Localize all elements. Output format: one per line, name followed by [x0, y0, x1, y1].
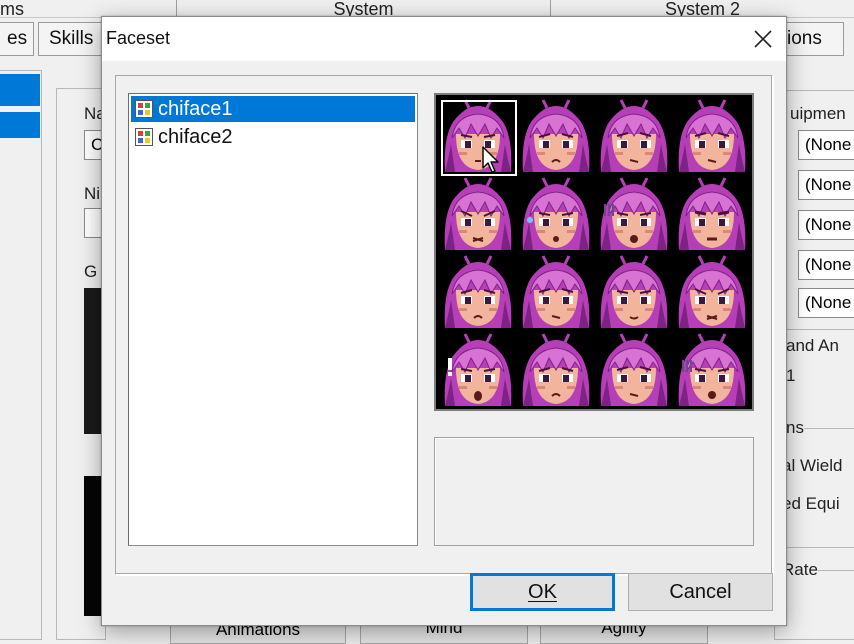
- battle-animation-value: 1: [786, 366, 796, 385]
- face-portrait-icon: [678, 333, 746, 406]
- face-tile[interactable]: [439, 254, 517, 332]
- face-portrait-icon: [522, 99, 590, 172]
- equip-value: (None: [805, 175, 852, 194]
- face-tile[interactable]: [439, 98, 517, 176]
- critical-rate-label: Rate: [782, 560, 818, 580]
- face-tile[interactable]: [595, 254, 673, 332]
- ok-label: OK: [528, 580, 557, 603]
- face-portrait-icon: [600, 177, 668, 250]
- face-tile[interactable]: [673, 254, 751, 332]
- nickname-label: Ni: [84, 184, 101, 203]
- face-portrait-icon: [444, 177, 512, 250]
- tab-classes[interactable]: es: [0, 22, 34, 56]
- equip-value: (None: [805, 293, 852, 312]
- face-tile[interactable]: [595, 176, 673, 254]
- face-portrait-icon: [522, 333, 590, 406]
- tab-skills[interactable]: Skills: [38, 22, 108, 56]
- face-tile[interactable]: [673, 98, 751, 176]
- face-tile[interactable]: [595, 332, 673, 410]
- face-tile[interactable]: [517, 98, 595, 176]
- face-portrait-icon: [600, 99, 668, 172]
- face-portrait-icon: [678, 99, 746, 172]
- dialog-titlebar[interactable]: Faceset: [102, 17, 786, 61]
- ok-button[interactable]: OK: [470, 573, 615, 611]
- close-icon: [754, 30, 772, 48]
- locked-equipment-checkbox[interactable]: ed Equi: [782, 494, 840, 514]
- mouse-cursor-icon: [482, 146, 499, 173]
- face-portrait-icon: [678, 255, 746, 328]
- tab-label: ms: [0, 0, 24, 18]
- equip-value: (None: [805, 215, 852, 234]
- tab-label: es: [7, 28, 28, 49]
- actor-list-selected[interactable]: [0, 112, 40, 138]
- face-portrait-icon: [522, 255, 590, 328]
- equipment-label: uipmen: [790, 104, 846, 123]
- dual-wield-checkbox[interactable]: al Wield: [782, 456, 842, 476]
- equip-slot-5[interactable]: (None: [798, 288, 854, 318]
- list-item[interactable]: chiface2: [131, 124, 415, 150]
- faceset-preview[interactable]: [434, 93, 754, 411]
- equip-slot-1[interactable]: (None: [798, 130, 854, 160]
- tab-label: Skills: [49, 28, 94, 49]
- face-tile[interactable]: [517, 254, 595, 332]
- faceset-dialog: Faceset chiface1 chiface2 OK Cancel: [101, 16, 787, 626]
- face-portrait-icon: [678, 177, 746, 250]
- face-grid[interactable]: [439, 98, 751, 408]
- face-tile[interactable]: [439, 176, 517, 254]
- equip-slot-3[interactable]: (None: [798, 210, 854, 240]
- equip-value: (None: [805, 135, 852, 154]
- cancel-button[interactable]: Cancel: [628, 573, 773, 611]
- face-portrait-icon: [444, 333, 512, 406]
- face-tile[interactable]: [595, 98, 673, 176]
- actor-list[interactable]: [0, 70, 42, 640]
- graphics-label: G: [84, 262, 98, 281]
- face-portrait-icon: [600, 255, 668, 328]
- close-button[interactable]: [740, 17, 786, 61]
- options-label: ns: [786, 418, 804, 438]
- dialog-title: Faceset: [106, 28, 171, 48]
- equip-slot-4[interactable]: (None: [798, 250, 854, 280]
- face-tile[interactable]: [673, 332, 751, 410]
- face-tile[interactable]: [517, 176, 595, 254]
- equip-slot-2[interactable]: (None: [798, 170, 854, 200]
- list-item[interactable]: chiface1: [131, 96, 415, 122]
- image-file-icon: [135, 128, 153, 146]
- cancel-label: Cancel: [669, 580, 732, 603]
- equip-value: (None: [805, 255, 852, 274]
- face-tile[interactable]: [439, 332, 517, 410]
- file-name: chiface1: [158, 97, 233, 120]
- faceset-file-list[interactable]: chiface1 chiface2: [128, 93, 418, 546]
- file-name: chiface2: [158, 125, 233, 148]
- preview-info-box: [434, 437, 754, 546]
- tab-label: ions: [787, 28, 822, 49]
- actor-list-header: [0, 74, 40, 106]
- face-tile[interactable]: [517, 332, 595, 410]
- face-portrait-icon: [444, 255, 512, 328]
- face-portrait-icon: [522, 177, 590, 250]
- face-portrait-icon: [600, 333, 668, 406]
- face-tile[interactable]: [673, 176, 751, 254]
- battle-animation-label: and An: [786, 336, 839, 355]
- image-file-icon: [135, 100, 153, 118]
- face-portrait-icon: [444, 99, 512, 172]
